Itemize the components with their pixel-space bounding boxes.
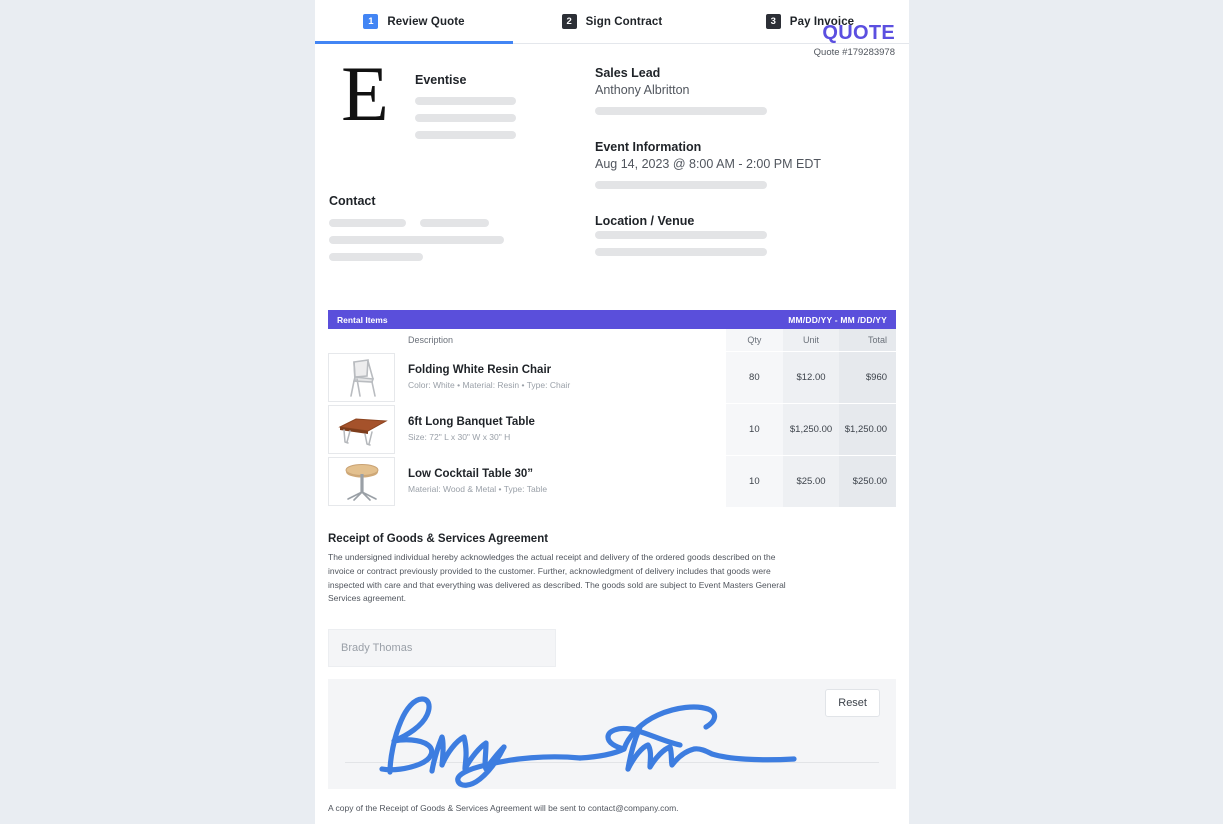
location-venue-section: Location / Venue <box>595 214 895 256</box>
sales-lead-section: Sales Lead Anthony Albritton <box>595 66 895 115</box>
cell-qty: 80 <box>726 351 783 403</box>
event-information-title: Event Information <box>595 140 702 154</box>
item-name: Folding White Resin Chair <box>408 364 552 376</box>
column-header-description: Description <box>408 335 454 345</box>
step-2-badge: 2 <box>561 14 577 29</box>
quote-number: Quote #179283978 <box>813 47 895 58</box>
agreement-body: The undersigned individual hereby acknow… <box>328 552 786 604</box>
rental-items-date-range: MM/DD/YY - MM /DD/YY <box>788 314 887 325</box>
folding-chair-thumbnail <box>328 352 395 402</box>
item-attributes: Size: 72" L x 30" W x 30" H <box>408 432 511 442</box>
cell-unit: $1,250.00 <box>782 403 840 455</box>
contact-placeholder-line <box>329 253 423 261</box>
agreement-section: Receipt of Goods & Services Agreement Th… <box>315 507 909 606</box>
amount-columns: Qty 80 10 10 Unit $12.00 $1,250.00 $25.0… <box>726 329 897 507</box>
tab-review-quote[interactable]: 1 Review Quote <box>315 0 513 44</box>
item-name: 6ft Long Banquet Table <box>408 416 535 428</box>
cell-qty: 10 <box>726 403 783 455</box>
sales-lead-title: Sales Lead <box>595 66 661 80</box>
signer-name-input[interactable]: Brady Thomas <box>328 629 556 668</box>
description-column: Description Folding White Resin Chair Co… <box>328 329 726 507</box>
quote-word: QUOTE <box>822 22 895 44</box>
rental-items-section: Rental Items MM/DD/YY - MM /DD/YY Descri… <box>315 310 909 507</box>
cell-total: $250.00 <box>839 455 897 507</box>
item-text: 6ft Long Banquet Table Size: 72" L x 30"… <box>408 416 535 442</box>
rental-items-table: Description Folding White Resin Chair Co… <box>328 329 897 507</box>
step-1-badge: 1 <box>363 14 379 29</box>
unit-column: Unit $12.00 $1,250.00 $25.00 <box>782 329 840 507</box>
active-tab-indicator <box>315 41 513 44</box>
item-text: Low Cocktail Table 30” Material: Wood & … <box>408 468 547 494</box>
contact-title: Contact <box>329 194 376 208</box>
column-header-total: Total <box>868 335 888 345</box>
event-information-value: Aug 14, 2023 @ 8:00 AM - 2:00 PM EDT <box>595 157 822 171</box>
item-name: Low Cocktail Table 30” <box>408 468 534 480</box>
vendor-placeholder-line <box>415 131 516 139</box>
banquet-table-thumbnail <box>328 404 395 454</box>
vendor-name: Eventise <box>415 73 467 87</box>
rental-items-title: Rental Items <box>337 314 388 325</box>
item-attributes: Material: Wood & Metal • Type: Table <box>408 484 548 494</box>
quote-card: 1 Review Quote 2 Sign Contract 3 Pay Inv… <box>315 0 909 824</box>
cell-unit: $12.00 <box>782 351 840 403</box>
cocktail-table-icon <box>345 464 378 501</box>
vendor-placeholder-line <box>415 97 516 105</box>
vendor-placeholder-line <box>415 114 516 122</box>
signature-pad[interactable]: Reset <box>328 679 896 790</box>
item-text: Folding White Resin Chair Color: White •… <box>408 364 570 390</box>
tab-sign-contract-label: Sign Contract <box>585 15 663 28</box>
column-header-qty: Qty <box>747 335 762 345</box>
location-placeholder-line <box>595 248 767 256</box>
signature-ink <box>379 696 797 788</box>
item-attributes: Color: White • Material: Resin • Type: C… <box>408 380 571 390</box>
cell-qty: 10 <box>726 455 783 507</box>
tab-sign-contract[interactable]: 2 Sign Contract <box>513 0 711 44</box>
cocktail-table-thumbnail <box>328 456 395 506</box>
event-information-section: Event Information Aug 14, 2023 @ 8:00 AM… <box>595 140 895 189</box>
contact-placeholder-line <box>420 219 489 227</box>
contact-placeholder-row <box>329 219 581 236</box>
cell-total: $1,250.00 <box>839 403 897 455</box>
qty-column: Qty 80 10 10 <box>726 329 783 507</box>
agreement-title: Receipt of Goods & Services Agreement <box>328 533 549 545</box>
email-copy-footnote: A copy of the Receipt of Goods & Service… <box>328 803 679 814</box>
header-left-column: E Eventise Contact <box>329 55 581 281</box>
sales-lead-placeholder-line <box>595 107 767 115</box>
event-placeholder-line <box>595 181 767 189</box>
table-row[interactable]: 6ft Long Banquet Table Size: 72" L x 30"… <box>328 403 726 455</box>
banquet-table-icon <box>337 418 388 446</box>
total-column: Total $960 $1,250.00 $250.00 <box>839 329 897 507</box>
contact-block: Contact <box>329 194 581 261</box>
location-placeholder-line <box>595 231 767 239</box>
vendor-info: Eventise <box>415 66 581 148</box>
table-row[interactable]: Low Cocktail Table 30” Material: Wood & … <box>328 455 726 507</box>
header-right-column: Sales Lead Anthony Albritton Event Infor… <box>581 66 895 281</box>
column-header-unit: Unit <box>803 335 820 345</box>
rental-items-bar: Rental Items MM/DD/YY - MM /DD/YY <box>328 310 896 329</box>
page-root: 1 Review Quote 2 Sign Contract 3 Pay Inv… <box>0 0 1223 824</box>
contact-placeholder-line <box>329 236 504 244</box>
folding-chair-icon <box>349 359 376 397</box>
tab-review-quote-label: Review Quote <box>387 15 465 28</box>
reset-button[interactable]: Reset <box>825 689 880 718</box>
eventise-logo-icon: E <box>341 50 389 137</box>
quote-header: E Eventise Contact Sales Lead Anthony Al… <box>315 22 909 281</box>
cell-unit: $25.00 <box>782 455 840 507</box>
location-venue-title: Location / Venue <box>595 214 695 228</box>
table-row[interactable]: Folding White Resin Chair Color: White •… <box>328 351 726 403</box>
quote-heading-block: QUOTE Quote #179283978 <box>814 22 895 58</box>
step-3-badge: 3 <box>765 14 781 29</box>
vendor-block: E Eventise <box>329 55 581 148</box>
contact-placeholder-line <box>329 219 406 227</box>
sales-lead-value: Anthony Albritton <box>595 83 690 97</box>
cell-total: $960 <box>839 351 897 403</box>
